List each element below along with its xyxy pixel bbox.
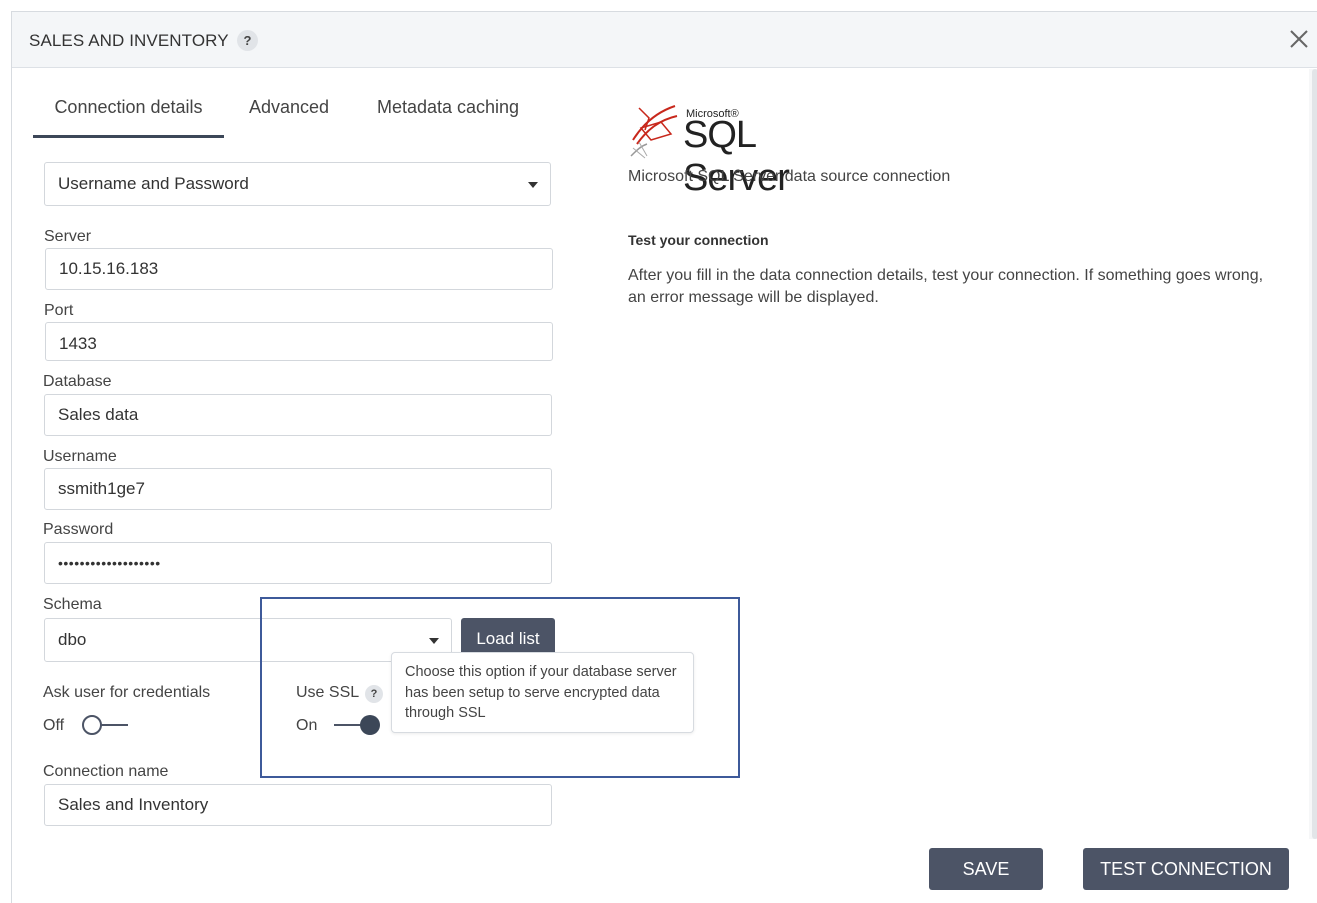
use-ssl-toggle[interactable] [334,714,382,736]
toggle-knob [360,715,380,735]
dialog-title: SALES AND INVENTORY [29,31,229,50]
tab-metadata-caching[interactable]: Metadata caching [373,85,523,138]
use-ssl-state: On [296,717,318,734]
auth-method-select[interactable]: Username and Password [44,162,551,206]
use-ssl-help-icon[interactable]: ? [365,685,383,703]
vertical-scrollbar[interactable] [1309,69,1317,839]
username-input[interactable]: ssmith1ge7 [44,468,552,510]
data-source-description: Microsoft SQL Server data source connect… [628,168,951,185]
tab-bar: Connection details Advanced Metadata cac… [33,85,553,139]
test-connection-heading: Test your connection [628,232,769,248]
server-input[interactable]: 10.15.16.183 [45,248,553,290]
port-input[interactable]: 1433 [45,322,553,361]
schema-label: Schema [43,596,102,613]
port-label: Port [44,302,74,319]
test-connection-button[interactable]: TEST CONNECTION [1083,848,1289,890]
logo-sql-server-text: SQL Server [683,114,790,199]
ask-credentials-state: Off [43,717,65,734]
scrollbar-thumb[interactable] [1312,69,1317,839]
ask-credentials-label: Ask user for credentials [43,684,211,701]
sql-server-emblem-icon [630,105,678,159]
tab-connection-details[interactable]: Connection details [33,85,224,138]
sql-server-logo: Microsoft® SQL Server [627,98,867,199]
connection-name-label: Connection name [43,763,169,780]
ssl-tooltip: Choose this option if your database serv… [391,652,694,733]
connection-name-input[interactable]: Sales and Inventory [44,784,552,826]
chevron-down-icon [429,638,439,644]
auth-method-value: Username and Password [58,174,249,193]
tab-advanced[interactable]: Advanced [248,85,330,138]
save-button[interactable]: SAVE [929,848,1043,890]
help-icon[interactable]: ? [237,30,258,51]
server-label: Server [44,228,92,245]
database-input[interactable]: Sales data [44,394,552,436]
schema-value: dbo [58,630,87,649]
password-label: Password [43,521,114,538]
toggle-knob [82,715,102,735]
password-input[interactable]: ••••••••••••••••••• [44,542,552,584]
database-label: Database [43,373,112,390]
toggle-track [100,724,128,726]
dialog-header: SALES AND INVENTORY ? [12,12,1317,68]
test-connection-body: After you fill in the data connection de… [628,267,1264,306]
username-label: Username [43,448,117,465]
ask-credentials-toggle[interactable] [82,714,130,736]
chevron-down-icon [528,182,538,188]
use-ssl-label: Use SSL [296,684,360,701]
close-icon[interactable] [1288,28,1310,50]
